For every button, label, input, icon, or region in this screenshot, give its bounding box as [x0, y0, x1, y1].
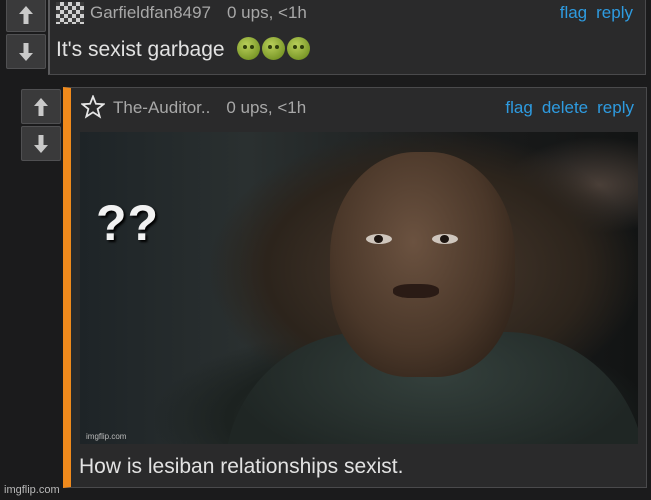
comment-username[interactable]: Garfieldfan8497	[90, 3, 211, 23]
nauseated-face-icon	[237, 37, 261, 60]
delete-link[interactable]: delete	[542, 98, 588, 118]
vote-column-2	[21, 89, 61, 161]
meme-eye-right	[432, 234, 458, 244]
flag-link[interactable]: flag	[505, 98, 532, 118]
comment-meta: Garfieldfan8497 0 ups, <1h flag reply	[50, 1, 645, 25]
nauseated-face-icon	[262, 37, 286, 60]
meme-mouth	[393, 284, 439, 298]
upvote-arrow-icon	[34, 97, 48, 116]
page-watermark: imgflip.com	[4, 484, 60, 496]
downvote-button[interactable]	[21, 126, 61, 161]
comment-meta: The-Auditor.. 0 ups, <1h flag delete rep…	[71, 96, 646, 120]
reply-link[interactable]: reply	[597, 98, 634, 118]
upvote-arrow-icon	[19, 5, 33, 24]
vote-column-1	[6, 0, 46, 69]
meme-image[interactable]: ?? imgflip.com	[80, 132, 638, 444]
comment-username[interactable]: The-Auditor..	[113, 98, 210, 118]
comment-card: Garfieldfan8497 0 ups, <1h flag reply It…	[48, 0, 646, 75]
flag-link[interactable]: flag	[560, 3, 587, 23]
comment-text: How is lesiban relationships sexist.	[79, 455, 404, 478]
nauseated-face-icon	[287, 37, 311, 60]
comment-body: It's sexist garbage	[56, 37, 311, 62]
comment-ups: 0 ups, <1h	[226, 3, 307, 22]
upvote-button[interactable]	[21, 89, 61, 124]
comment-text: It's sexist garbage	[56, 38, 225, 61]
downvote-arrow-icon	[19, 42, 33, 61]
downvote-button[interactable]	[6, 34, 46, 69]
meme-figure-head	[330, 152, 515, 377]
meme-watermark: imgflip.com	[86, 432, 127, 441]
upvote-button[interactable]	[6, 0, 46, 32]
comment-ups: 0 ups, <1h	[226, 98, 307, 117]
reply-link[interactable]: reply	[596, 3, 633, 23]
comment-actions: flag reply	[560, 3, 633, 23]
meme-overlay-text: ??	[96, 195, 160, 251]
comment-actions: flag delete reply	[505, 98, 634, 118]
downvote-arrow-icon	[34, 134, 48, 153]
meme-eye-left	[366, 234, 392, 244]
